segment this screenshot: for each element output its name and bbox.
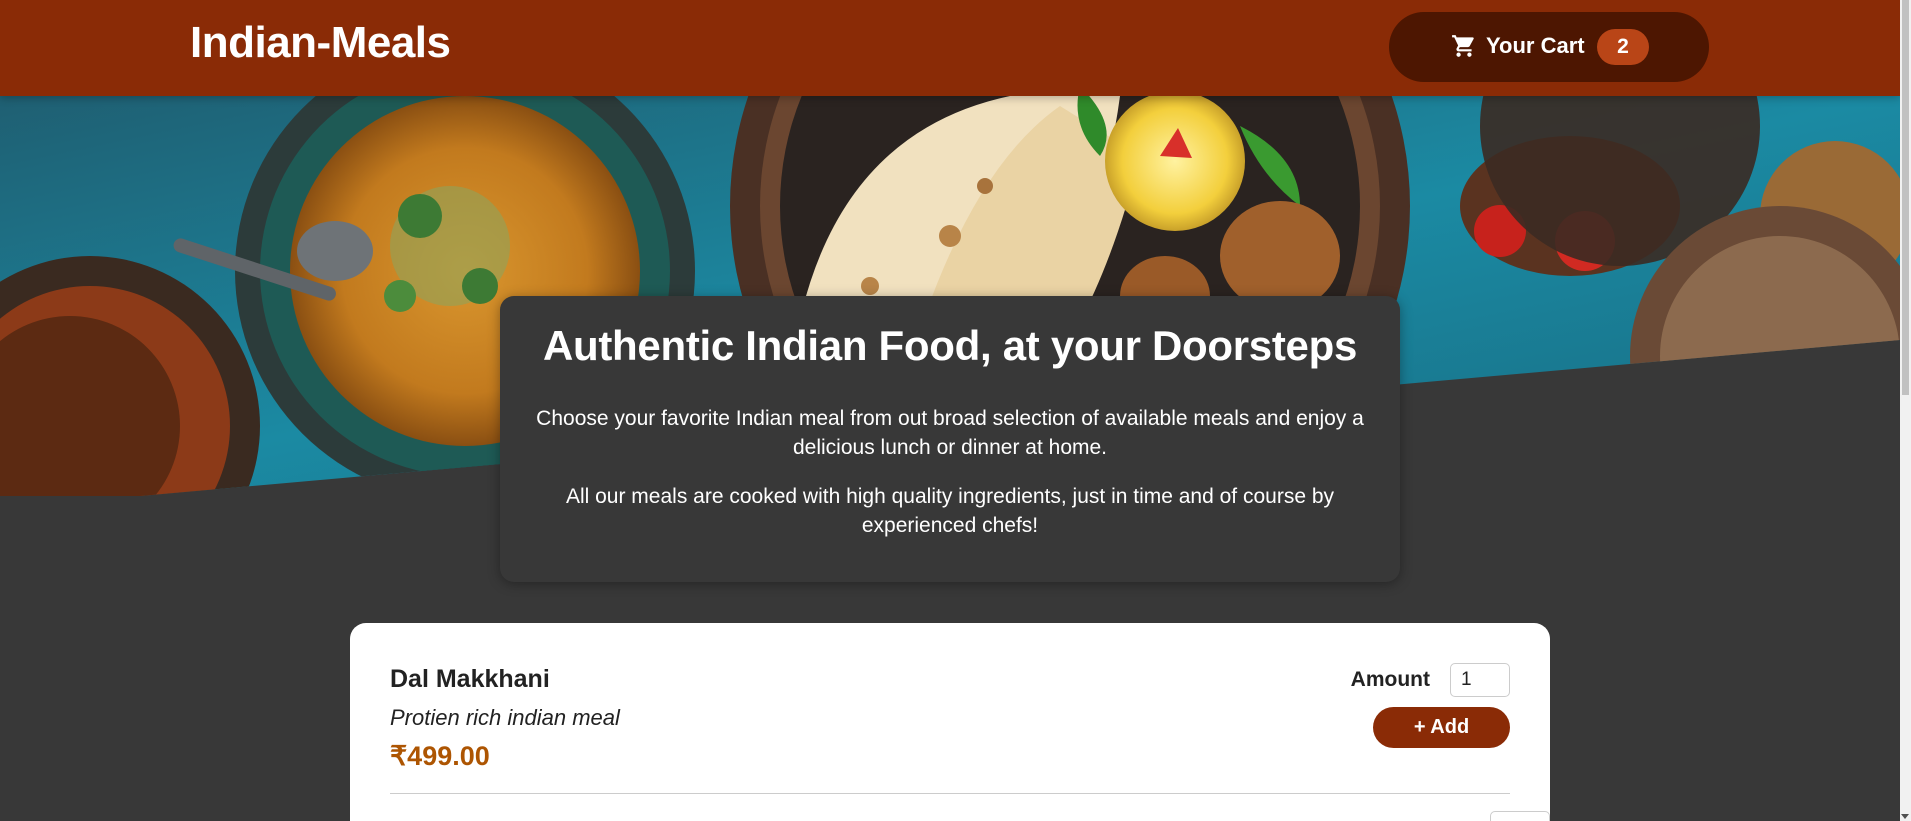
summary-paragraph-2: All our meals are cooked with high quali… [565,485,1335,537]
brand-title: Indian-Meals [190,18,451,67]
cart-button[interactable]: Your Cart 2 [1389,12,1709,82]
meal-price: ₹499.00 [390,741,490,771]
summary-paragraph-1: Choose your favorite Indian meal from ou… [536,407,1364,459]
page: Indian-Meals Your Cart 2 Authentic India… [0,0,1900,821]
meal-name: Dal Makkhani [390,665,550,693]
app-header: Indian-Meals Your Cart 2 [0,0,1900,96]
scroll-down-arrow-icon[interactable] [1901,814,1909,819]
amount-input[interactable] [1490,811,1550,821]
page-scrollbar[interactable] [1900,0,1911,821]
amount-label: Amount [1350,668,1430,691]
add-to-cart-button[interactable]: + Add [1373,707,1510,748]
meal-description: Protien rich indian meal [390,705,620,730]
cart-label: Your Cart [1486,33,1585,58]
summary-title: Authentic Indian Food, at your Doorsteps [542,322,1357,369]
cart-count-badge: 2 [1597,29,1649,65]
cart-icon [1452,35,1474,57]
meals-list: Dal Makkhani Protien rich indian meal ₹4… [350,623,1550,821]
meal-item: Dal Makkhani Protien rich indian meal ₹4… [390,623,1510,794]
amount-input[interactable] [1450,663,1510,697]
scrollbar-thumb[interactable] [1902,0,1909,395]
meals-summary: Authentic Indian Food, at your Doorsteps… [500,296,1400,582]
